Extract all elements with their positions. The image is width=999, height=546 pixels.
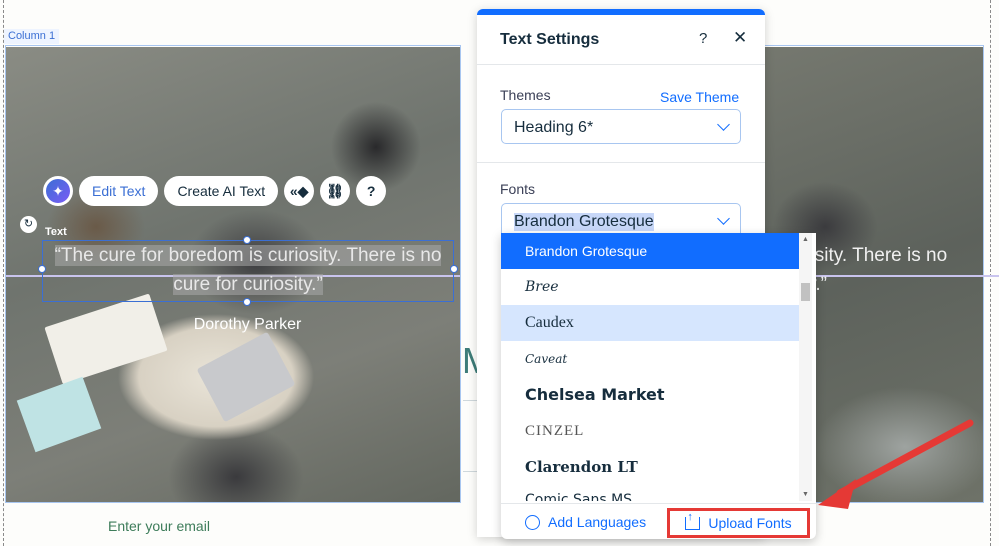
column-label: Column 1 bbox=[4, 29, 60, 44]
font-option[interactable]: Caveat bbox=[501, 341, 799, 377]
font-option[interactable]: Clarendon LT bbox=[501, 449, 799, 485]
annotation-arrow-icon bbox=[818, 419, 974, 509]
scroll-down-icon[interactable]: ▼ bbox=[802, 491, 809, 498]
paper-image bbox=[16, 376, 102, 453]
quote-text-right[interactable]: iosity. There is no ty.” bbox=[800, 241, 947, 299]
quote-text[interactable]: “The cure for boredom is curiosity. Ther… bbox=[44, 241, 452, 299]
open-book-image bbox=[44, 293, 168, 385]
create-ai-text-button[interactable]: Create AI Text bbox=[164, 176, 279, 206]
quote-right-line-1: iosity. There is no bbox=[800, 245, 948, 266]
help-button[interactable]: ? bbox=[356, 176, 387, 206]
question-icon[interactable]: ? bbox=[699, 30, 707, 47]
add-languages-label: Add Languages bbox=[548, 514, 647, 530]
chevron-down-icon bbox=[717, 118, 730, 131]
upload-icon bbox=[685, 511, 701, 530]
theme-dropdown-value: Heading 6* bbox=[514, 119, 594, 136]
email-input-placeholder[interactable]: Enter your email bbox=[108, 518, 210, 534]
quote-line-2: cure for curiosity.” bbox=[173, 274, 323, 295]
ai-assistant-button[interactable]: ✦ bbox=[43, 176, 73, 206]
close-icon[interactable]: ✕ bbox=[733, 28, 747, 48]
upload-fonts-button[interactable]: Upload Fonts bbox=[667, 508, 810, 538]
theme-dropdown[interactable]: Heading 6* bbox=[501, 109, 741, 144]
font-option[interactable]: Chelsea Market bbox=[501, 377, 799, 413]
font-dropdown-value: Brandon Grotesque bbox=[514, 213, 654, 231]
font-option[interactable]: Caudex bbox=[501, 305, 799, 341]
link-icon: ⛓ bbox=[326, 182, 345, 199]
add-languages-button[interactable]: Add Languages bbox=[525, 514, 646, 530]
quote-line-1: “The cure for boredom is curiosity. Ther… bbox=[54, 245, 442, 266]
font-option[interactable]: CINZEL bbox=[501, 413, 799, 449]
section-divider bbox=[477, 162, 765, 163]
section-guide-left bbox=[3, 0, 4, 546]
resize-handle-bottom[interactable] bbox=[243, 298, 251, 306]
section-guide-right bbox=[990, 0, 991, 546]
globe-icon bbox=[525, 514, 540, 530]
upload-fonts-label: Upload Fonts bbox=[708, 515, 792, 531]
element-toolbar: ✦ Edit Text Create AI Text «◆ ⛓ ? bbox=[43, 176, 387, 206]
font-list-footer: Add Languages Upload Fonts bbox=[501, 503, 816, 539]
animation-button[interactable]: «◆ bbox=[284, 176, 315, 206]
scroll-thumb[interactable] bbox=[801, 283, 810, 301]
themes-label: Themes bbox=[500, 87, 551, 103]
edit-text-button[interactable]: Edit Text bbox=[79, 176, 159, 206]
quote-author[interactable]: Dorothy Parker bbox=[150, 316, 345, 334]
save-theme-link[interactable]: Save Theme bbox=[660, 89, 739, 105]
animation-icon: «◆ bbox=[289, 182, 309, 199]
font-option[interactable]: Comic Sans MS bbox=[501, 485, 799, 501]
font-option[interactable]: Brandon Grotesque bbox=[501, 233, 799, 269]
font-list: Brandon Grotesque Bree Caudex Caveat Che… bbox=[501, 233, 816, 539]
text-element-label: Text bbox=[45, 226, 67, 238]
help-icon: ? bbox=[366, 183, 376, 199]
laptop-image bbox=[196, 331, 296, 423]
panel-title: Text Settings bbox=[500, 31, 600, 48]
rotate-icon[interactable]: ↻ bbox=[20, 216, 37, 233]
chevron-down-icon bbox=[717, 212, 730, 225]
scroll-up-icon[interactable]: ▲ bbox=[802, 236, 809, 243]
font-option[interactable]: Bree bbox=[501, 269, 799, 305]
panel-header: Text Settings ? ✕ bbox=[477, 15, 765, 65]
background-input-fragment bbox=[463, 400, 477, 472]
link-button[interactable]: ⛓ bbox=[320, 176, 351, 206]
fonts-label: Fonts bbox=[500, 181, 536, 197]
sparkle-icon: ✦ bbox=[46, 179, 70, 203]
